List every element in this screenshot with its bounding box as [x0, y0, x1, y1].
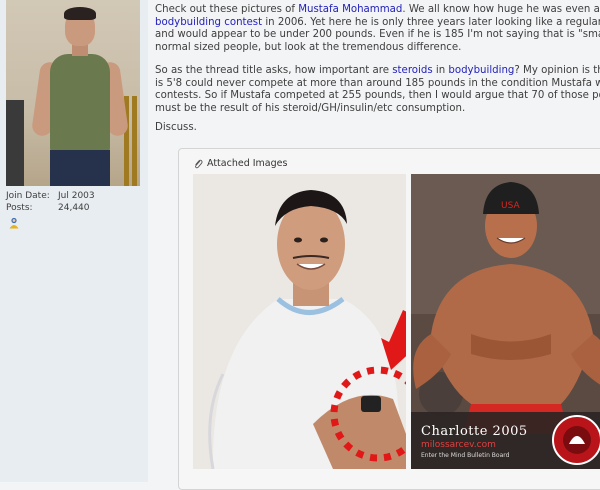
post-paragraph-3: Discuss. — [155, 122, 197, 133]
user-sidebar: Join Date: Jul 2003 Posts: 24,440 — [0, 0, 148, 482]
image2-tagline: Enter the Mind Bulletin Board — [421, 452, 510, 459]
join-date-row: Join Date: Jul 2003 — [6, 190, 146, 202]
image2-caption: Charlotte 2005 — [421, 424, 528, 439]
join-date-label: Join Date: — [6, 191, 50, 201]
user-status-icon — [9, 217, 19, 229]
koloseum-gym-logo — [552, 415, 600, 465]
attached-image-1[interactable] — [193, 174, 406, 469]
attachments-header: Attached Images — [193, 158, 287, 169]
attachments-title: Attached Images — [207, 158, 288, 169]
join-date-value: Jul 2003 — [58, 191, 95, 201]
link-steroids[interactable]: steroids — [392, 65, 432, 76]
cap-text: USA — [501, 201, 520, 211]
image2-site: milossarcev.com — [421, 440, 496, 450]
link-mustafa-mohammad[interactable]: Mustafa Mohammad — [298, 4, 402, 15]
posts-row: Posts: 24,440 — [6, 202, 146, 214]
attachments-box: Attached Images USA Charlotte 2005 milos… — [178, 148, 600, 490]
user-avatar[interactable] — [6, 0, 140, 186]
attached-image-1-art — [193, 174, 406, 469]
post-paragraph-1: Check out these pictures of Mustafa Moha… — [155, 4, 600, 53]
posts-label: Posts: — [6, 203, 33, 213]
link-bodybuilding[interactable]: bodybuilding — [448, 65, 514, 76]
attached-image-2[interactable]: USA Charlotte 2005 milossarcev.com Enter… — [411, 174, 600, 469]
post-paragraph-2: So as the thread title asks, how importa… — [155, 65, 600, 114]
link-bodybuilding-contest[interactable]: bodybuilding contest — [155, 17, 262, 28]
user-meta: Join Date: Jul 2003 Posts: 24,440 — [6, 190, 146, 214]
posts-value: 24,440 — [58, 203, 90, 213]
paperclip-icon — [195, 159, 203, 168]
